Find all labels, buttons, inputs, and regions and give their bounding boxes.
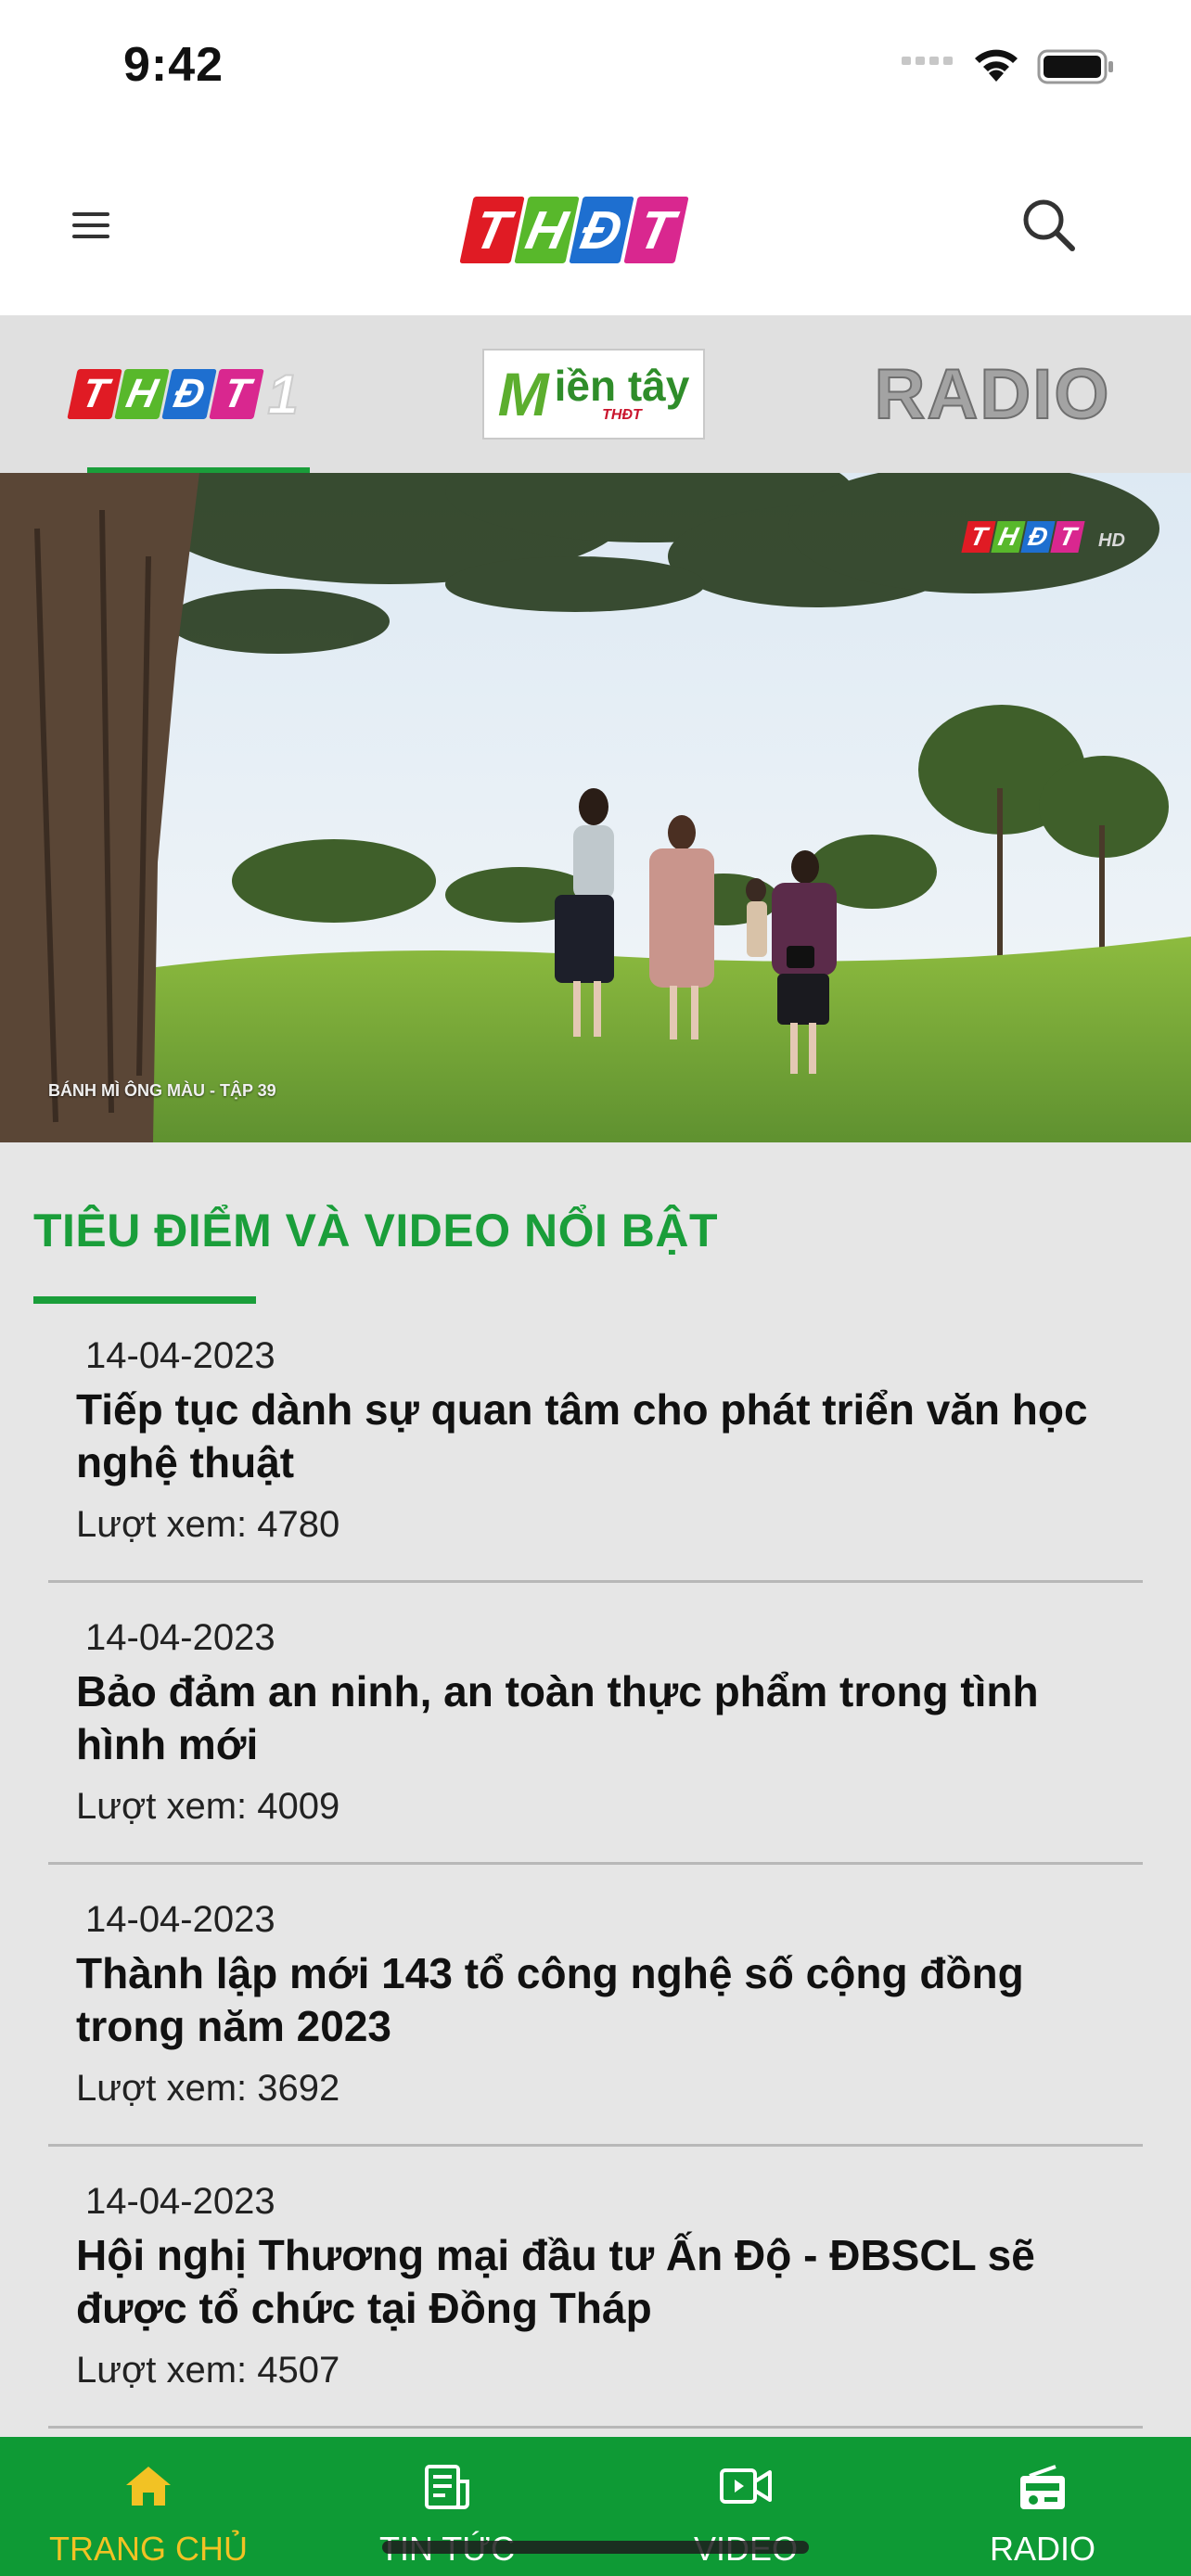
- home-icon: [126, 2467, 171, 2506]
- wifi-icon: [975, 49, 1018, 82]
- logo-letter: T: [459, 197, 525, 263]
- tab-thdt1[interactable]: T H Đ T 1: [56, 315, 315, 473]
- logo-letter: T: [209, 369, 265, 419]
- tab-tin-tuc[interactable]: TIN TỨC: [299, 2437, 596, 2576]
- section-underline: [33, 1296, 256, 1304]
- tab-radio-nav[interactable]: RADIO: [894, 2437, 1191, 2576]
- news-date: 14-04-2023: [85, 2181, 275, 2222]
- radio-logo: RADIO: [874, 354, 1111, 435]
- hd-badge: HD: [1098, 530, 1125, 551]
- logo-letter: H: [514, 197, 580, 263]
- logo-letter: Đ: [161, 369, 218, 419]
- featured-video-player[interactable]: T H Đ T HD BÁNH MÌ ÔNG MÀU - TẬP 39: [0, 473, 1191, 1142]
- watermark-letter: H: [991, 521, 1026, 553]
- news-date: 14-04-2023: [85, 1899, 275, 1940]
- thdt-logo[interactable]: T H Đ T: [459, 197, 689, 263]
- news-title[interactable]: Bảo đảm an ninh, an toàn thực phẩm trong…: [76, 1665, 1115, 1771]
- watermark-letter: Đ: [1020, 521, 1056, 553]
- home-indicator[interactable]: [382, 2541, 809, 2554]
- channel-tabs: T H Đ T 1 M iền tây THĐT RADIO: [0, 315, 1191, 473]
- radio-icon: [1020, 2465, 1065, 2509]
- watermark-letter: T: [961, 521, 996, 553]
- thdt1-logo: T H Đ T 1: [67, 363, 300, 427]
- app-header: T H Đ T: [0, 139, 1191, 315]
- channel-number: 1: [266, 363, 299, 427]
- cellular-signal-icon: [902, 57, 953, 65]
- hamburger-menu-icon[interactable]: [72, 202, 119, 249]
- mien-tay-m: M: [497, 360, 549, 428]
- thdt-watermark: T H Đ T: [961, 521, 1085, 553]
- news-views: Lượt xem: 4507: [76, 2350, 340, 2391]
- logo-letter: Đ: [569, 197, 634, 263]
- divider: [48, 1862, 1143, 1865]
- logo-letter: H: [114, 369, 171, 419]
- news-views: Lượt xem: 4009: [76, 1786, 340, 1827]
- news-title[interactable]: Thành lập mới 143 tổ công nghệ số cộng đ…: [76, 1947, 1115, 2053]
- news-views: Lượt xem: 3692: [76, 2068, 340, 2109]
- mien-tay-sub: THĐT: [602, 407, 642, 423]
- divider: [48, 1580, 1143, 1583]
- video-frame-image: [0, 473, 1191, 1142]
- news-views: Lượt xem: 4780: [76, 1504, 340, 1545]
- tab-video[interactable]: VIDEO: [597, 2437, 894, 2576]
- search-icon[interactable]: [1017, 193, 1082, 258]
- video-caption: BÁNH MÌ ÔNG MÀU - TẬP 39: [48, 1081, 276, 1100]
- mien-tay-word: iền tây: [554, 362, 690, 410]
- divider: [48, 2144, 1143, 2147]
- status-time: 9:42: [123, 38, 224, 92]
- section-title: TIÊU ĐIỂM VÀ VIDEO NỔI BẬT: [33, 1205, 719, 1256]
- news-date: 14-04-2023: [85, 1335, 275, 1376]
- news-title[interactable]: Hội nghị Thương mại đầu tư Ấn Độ - ĐBSCL…: [76, 2229, 1115, 2335]
- tab-label: RADIO: [989, 2530, 1095, 2568]
- news-date: 14-04-2023: [85, 1617, 275, 1658]
- news-icon: [425, 2465, 469, 2509]
- tab-trang-chu[interactable]: TRANG CHỦ: [0, 2437, 297, 2576]
- logo-letter: T: [67, 369, 123, 419]
- tab-radio[interactable]: RADIO: [872, 315, 1113, 473]
- video-icon: [720, 2468, 772, 2504]
- divider: [48, 2426, 1143, 2429]
- tab-mien-tay[interactable]: M iền tây THĐT: [482, 315, 705, 473]
- news-title[interactable]: Tiếp tục dành sự quan tâm cho phát triển…: [76, 1384, 1115, 1489]
- tab-label: TRANG CHỦ: [49, 2530, 248, 2568]
- bottom-tab-bar: TRANG CHỦ TIN TỨC VIDEO RADIO: [0, 2437, 1191, 2576]
- logo-letter: T: [623, 197, 689, 263]
- watermark-letter: T: [1050, 521, 1085, 553]
- battery-icon: [1037, 49, 1113, 84]
- mien-tay-logo: M iền tây THĐT: [482, 349, 705, 440]
- status-bar: 9:42: [0, 0, 1191, 139]
